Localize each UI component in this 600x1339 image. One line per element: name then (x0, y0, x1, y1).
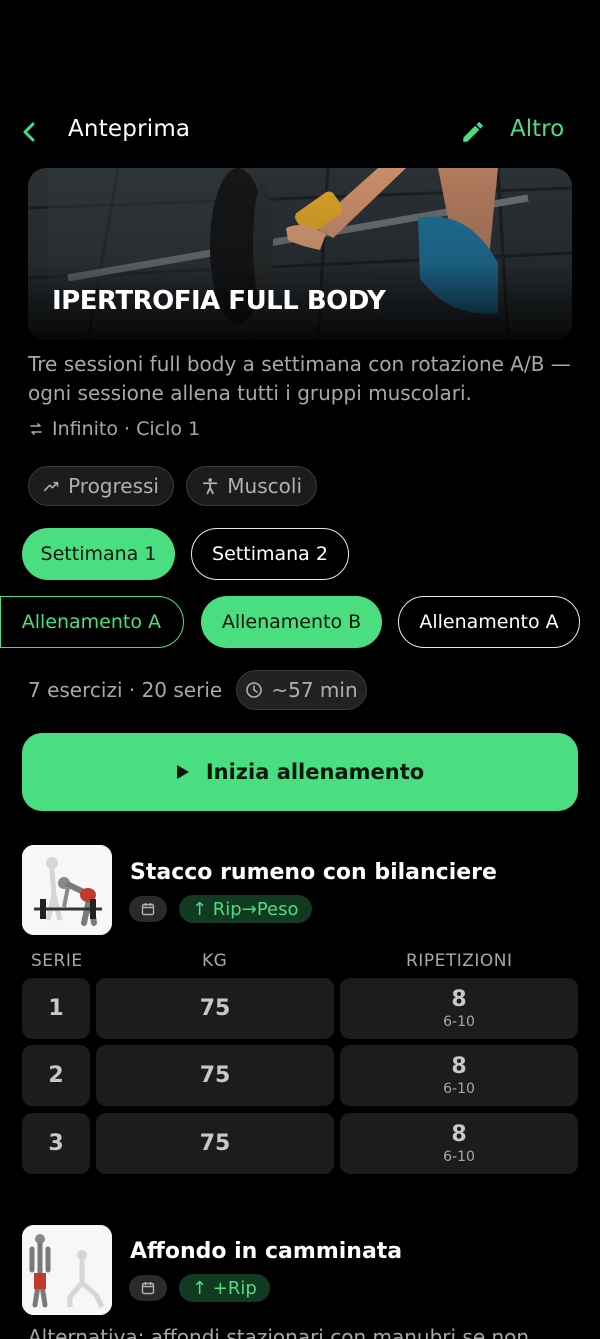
kg-column-header: KG (202, 951, 228, 971)
tab-week-1[interactable]: Settimana 1 (22, 528, 175, 580)
calendar-icon (141, 903, 155, 916)
exercise-name[interactable]: Affondo in camminata (130, 1239, 402, 1264)
program-title: IPERTROFIA FULL BODY (52, 286, 386, 316)
reps-value: 8 (451, 1053, 467, 1079)
reps-range: 6-10 (443, 1080, 475, 1097)
page-title: Anteprima (68, 116, 191, 142)
tab-workout-a[interactable]: Allenamento A (0, 596, 184, 648)
kg-cell[interactable]: 75 (96, 978, 334, 1039)
body-icon (202, 478, 218, 495)
kg-value: 75 (199, 1063, 231, 1088)
workout-stats: 7 esercizi · 20 serie (28, 678, 223, 702)
reps-value: 8 (451, 986, 467, 1012)
schedule-badge[interactable] (129, 896, 167, 922)
reps-range: 6-10 (443, 1013, 475, 1030)
pencil-icon (463, 122, 483, 142)
tab-workout-b[interactable]: Allenamento B (201, 596, 382, 648)
tab-week-2[interactable]: Settimana 2 (191, 528, 349, 580)
edit-button[interactable] (460, 119, 486, 145)
calendar-icon (141, 1282, 155, 1295)
set-column-header: SERIE (31, 951, 83, 971)
kg-cell[interactable]: 75 (96, 1113, 334, 1174)
repeat-icon (30, 423, 42, 435)
kg-cell[interactable]: 75 (96, 1045, 334, 1106)
reps-column-header: RIPETIZIONI (406, 951, 513, 971)
set-number: 3 (48, 1131, 64, 1156)
tab-workout-a-next[interactable]: Allenamento A (398, 596, 580, 648)
progression-badge: ↑ +Rip (179, 1274, 270, 1302)
program-cycle: Infinito · Ciclo 1 (28, 418, 200, 440)
program-description: Tre sessioni full body a settimana con r… (28, 352, 571, 405)
exercise-name[interactable]: Stacco rumeno con bilanciere (130, 860, 497, 885)
set-number: 2 (48, 1063, 64, 1088)
start-workout-label: Inizia allenamento (205, 760, 425, 784)
progression-badge: ↑ Rip→Peso (179, 895, 312, 923)
set-number-cell: 1 (22, 978, 90, 1039)
trending-up-icon (43, 481, 59, 492)
chevron-left-icon (23, 122, 35, 142)
duration-badge: ~57 min (236, 670, 367, 710)
reps-value: 8 (451, 1121, 467, 1147)
exercise-thumbnail[interactable] (22, 845, 112, 935)
kg-value: 75 (199, 1131, 231, 1156)
reps-cell[interactable]: 8 6-10 (340, 978, 578, 1039)
clock-icon (246, 682, 263, 698)
muscles-chip-label: Muscoli (227, 474, 302, 498)
back-button[interactable] (18, 118, 42, 146)
reps-cell[interactable]: 8 6-10 (340, 1045, 578, 1106)
reps-range: 6-10 (443, 1148, 475, 1165)
muscles-chip[interactable]: Muscoli (186, 466, 317, 506)
exercise-note: Alternativa: affondi stazionari con manu… (28, 1325, 530, 1339)
duration-text: ~57 min (271, 678, 358, 702)
reps-cell[interactable]: 8 6-10 (340, 1113, 578, 1174)
set-number: 1 (48, 996, 64, 1021)
start-workout-button[interactable]: Inizia allenamento (22, 733, 578, 811)
play-icon (176, 765, 189, 779)
progress-chip-label: Progressi (68, 474, 159, 498)
more-button[interactable]: Altro (510, 116, 564, 142)
cycle-text: Infinito · Ciclo 1 (52, 418, 201, 440)
kg-value: 75 (199, 996, 231, 1021)
set-number-cell: 3 (22, 1113, 90, 1174)
exercise-thumbnail[interactable] (22, 1225, 112, 1315)
set-number-cell: 2 (22, 1045, 90, 1106)
schedule-badge[interactable] (129, 1275, 167, 1301)
progress-chip[interactable]: Progressi (28, 466, 174, 506)
